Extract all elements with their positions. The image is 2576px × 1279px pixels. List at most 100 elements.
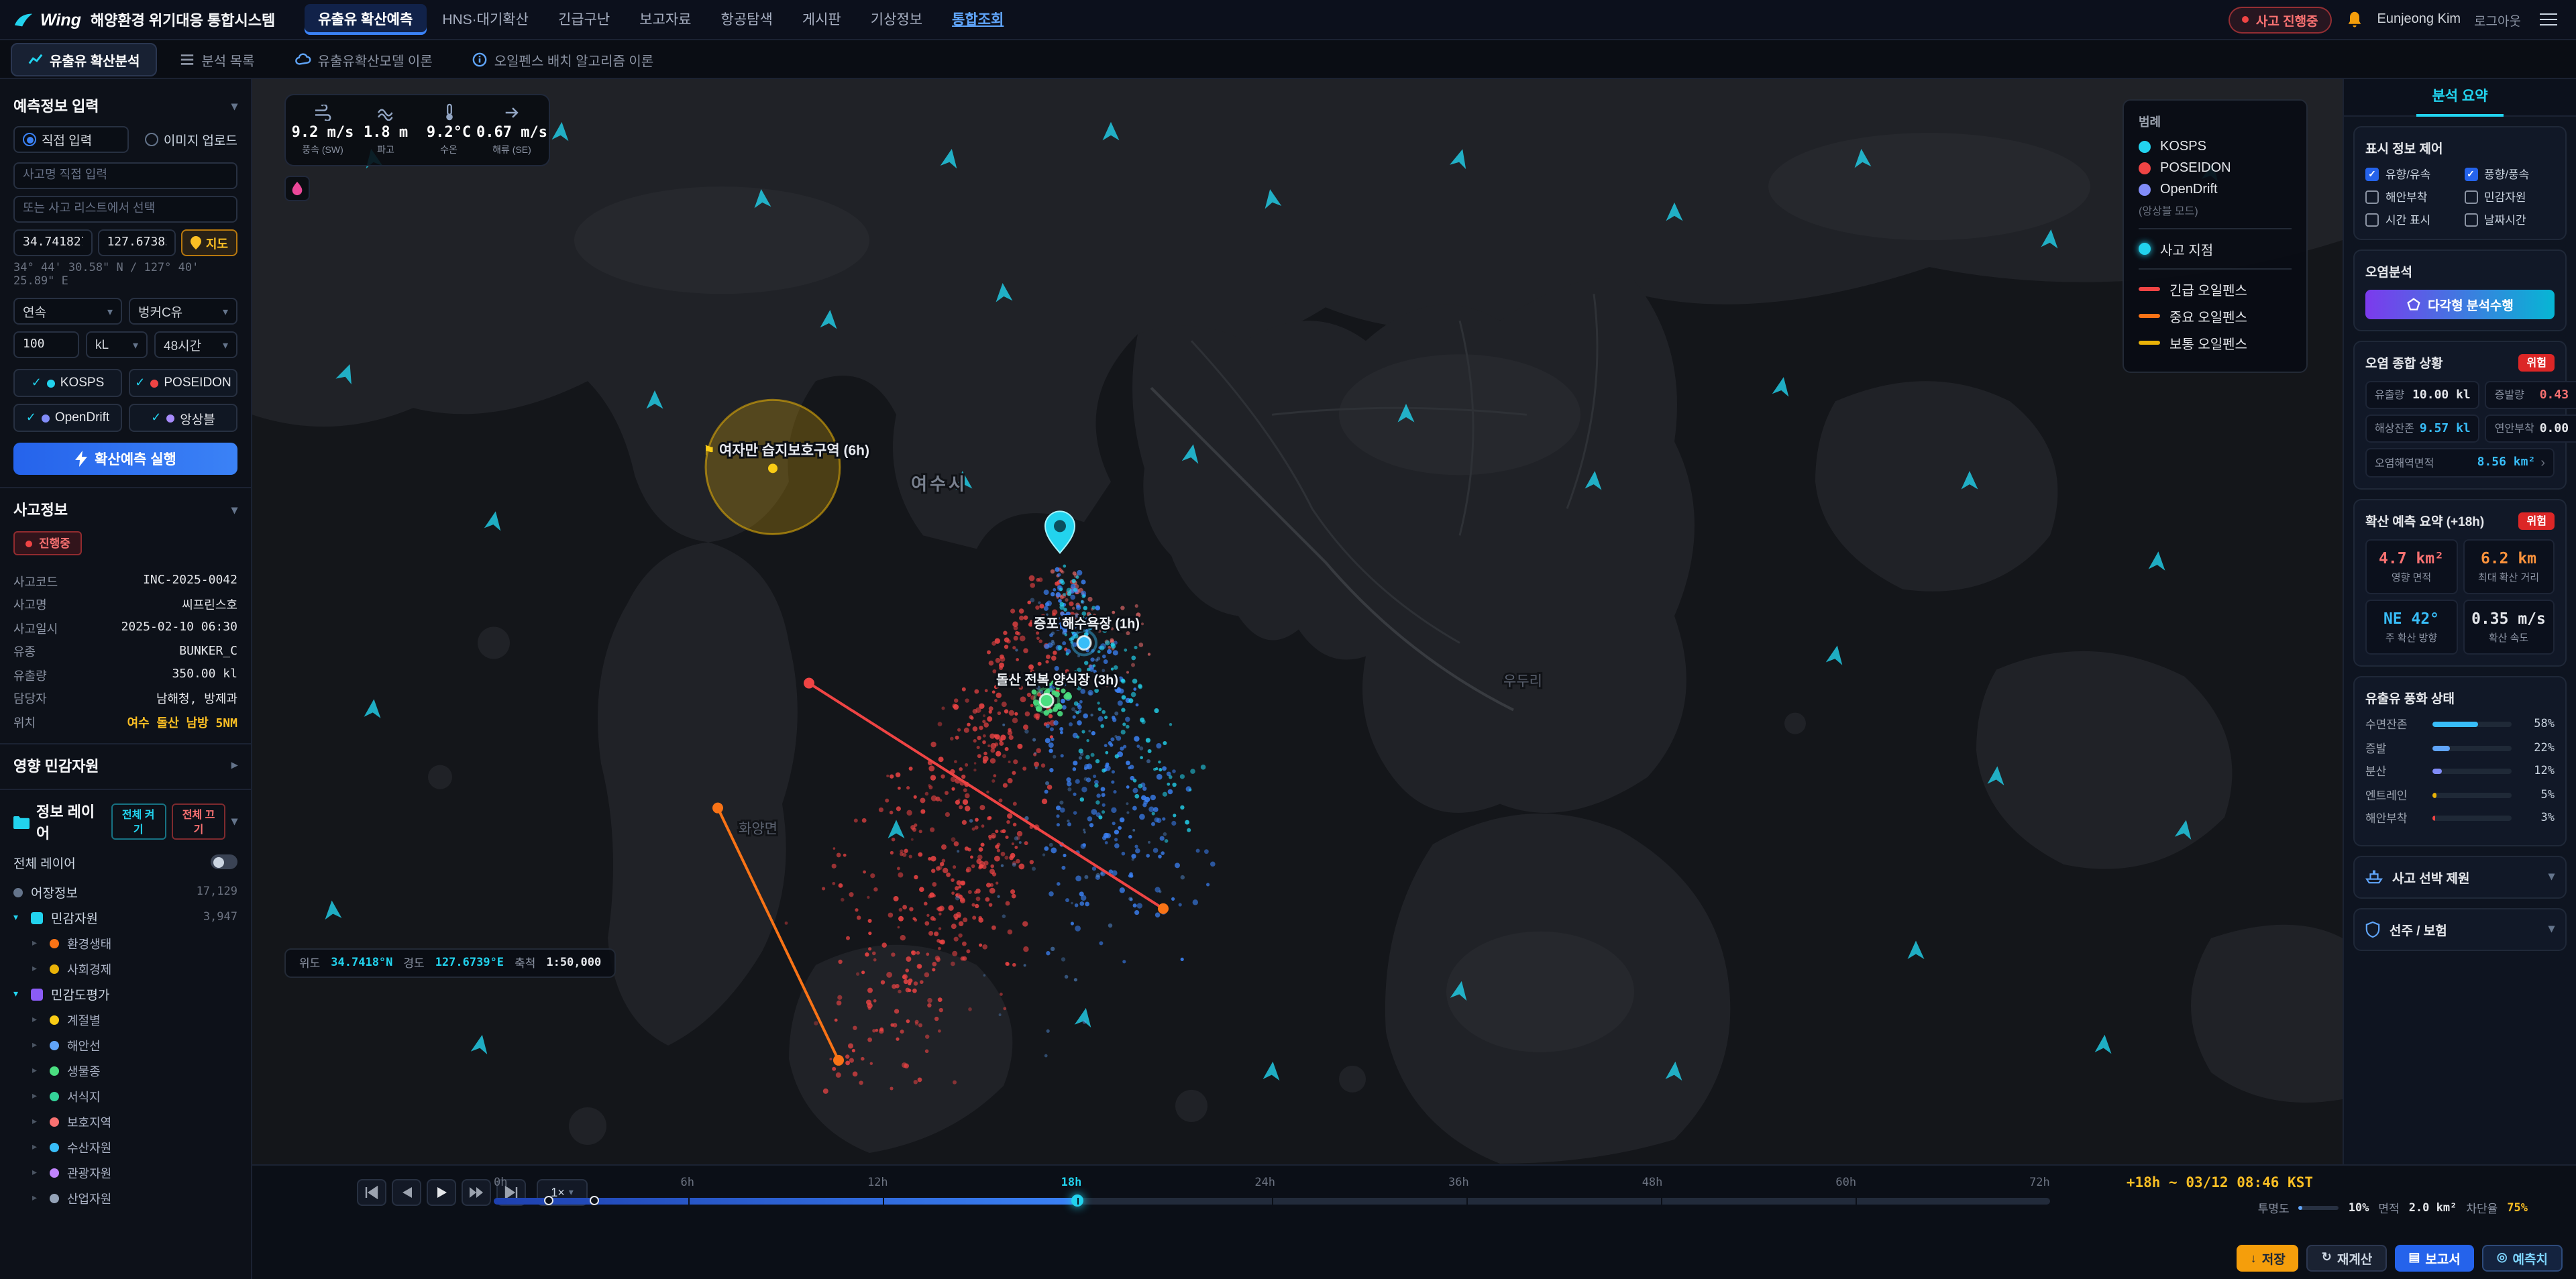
fast-forward-button[interactable] (462, 1178, 491, 1205)
owner-insurance-section[interactable]: 선주 / 보험 ▾ (2353, 907, 2567, 950)
incident-status-badge[interactable]: 사고 진행중 (2229, 6, 2332, 33)
notification-bell-button[interactable] (2345, 10, 2364, 29)
oil-type-select[interactable]: 벙커C유 ▾ (129, 298, 237, 325)
display-option[interactable]: 시간 표시 (2365, 212, 2456, 228)
timeline-action-button[interactable]: ↓ 저장 (2237, 1244, 2299, 1271)
timeline-bookmark[interactable] (543, 1196, 553, 1205)
master-layer-row: 전체 레이어 (13, 852, 237, 871)
timeline-tick[interactable]: 36h (1448, 1176, 1469, 1189)
display-option[interactable]: 풍향/풍속 (2464, 166, 2555, 182)
timeline-tick[interactable]: 18h (1061, 1176, 1082, 1189)
nav-item[interactable]: 기상정보 (857, 4, 936, 35)
polygon-analysis-button[interactable]: 다각형 분석수행 (2365, 290, 2555, 319)
map-style-button[interactable] (284, 176, 310, 201)
timeline-bookmark[interactable] (590, 1196, 600, 1205)
layer-subitem[interactable]: ▸ 생물종 (13, 1058, 237, 1083)
timeline-action-button[interactable]: ▤ 보고서 (2395, 1244, 2474, 1271)
pick-on-map-button[interactable]: 지도 (182, 229, 237, 256)
model-toggle-button[interactable]: ✓ KOSPS (13, 369, 122, 397)
layer-subitem[interactable]: ▸ 계절별 (13, 1007, 237, 1032)
layer-subitem[interactable]: ▸ 서식지 (13, 1083, 237, 1109)
latitude-input[interactable] (13, 229, 92, 256)
layer-item-fishery[interactable]: 어장정보 17,129 (13, 879, 237, 905)
weathering-row: 분산 12% (2365, 763, 2555, 779)
nav-item[interactable]: 통합조회 (938, 4, 1017, 35)
timeline-tick[interactable]: 24h (1254, 1176, 1275, 1189)
model-toggle-button[interactable]: ✓ 앙상블 (129, 404, 237, 432)
nav-item[interactable]: 유출유 확산예측 (305, 4, 426, 35)
panel-title[interactable]: 분석 요약 (2416, 79, 2504, 117)
timeline-action-button[interactable]: ◎ 예측치 (2482, 1244, 2563, 1271)
spill-mode-select[interactable]: 연속 ▾ (13, 298, 122, 325)
layer-subitem[interactable]: ▸ 해안선 (13, 1032, 237, 1058)
run-prediction-button[interactable]: 확산예측 실행 (13, 443, 237, 475)
map-label-protected-area: 여자만 습지보호구역 (6h) (719, 443, 869, 458)
tab-model-theory[interactable]: 유출유확산모델 이론 (278, 42, 450, 76)
unit-select[interactable]: kL ▾ (86, 331, 148, 358)
layer-subitem[interactable]: ▸ 관광자원 (13, 1160, 237, 1185)
pollution-status-card: 오염 종합 상황 위험 유출량 10.00 kl (2353, 341, 2567, 490)
timeline-tick[interactable]: 60h (1835, 1176, 1856, 1189)
incident-live-badge: 진행중 (13, 531, 83, 555)
master-layer-toggle[interactable] (211, 854, 237, 869)
incident-name-input[interactable] (13, 162, 237, 189)
tab-spill-analysis[interactable]: 유출유 확산분석 (11, 42, 157, 76)
timeline-action-button[interactable]: ↻ 재계산 (2307, 1244, 2387, 1271)
logout-link[interactable]: 로그아웃 (2474, 10, 2521, 29)
layers-all-off-button[interactable]: 전체 끄기 (171, 803, 226, 840)
step-back-button[interactable] (392, 1178, 421, 1205)
nav-item[interactable]: 게시판 (789, 4, 855, 35)
layer-subitem[interactable]: ▸ 환경생태 (13, 930, 237, 956)
layer-group-sensitive[interactable]: ▾ 민감자원 3,947 (13, 905, 237, 930)
map-status-chip: 위도34.7418°N 경도127.6739°E 축척1:50,000 (284, 948, 616, 978)
timeline-tick[interactable]: 48h (1642, 1176, 1663, 1189)
longitude-input[interactable] (97, 229, 176, 256)
layers-all-on-button[interactable]: 전체 켜기 (111, 803, 166, 840)
timeline-tick[interactable]: 12h (867, 1176, 888, 1189)
layer-subitem[interactable]: ▸ 수산자원 (13, 1134, 237, 1160)
tab-boom-theory[interactable]: 오일펜스 배치 알고리즘 이론 (455, 42, 672, 76)
radio-direct-input[interactable]: 직접 입력 (13, 126, 129, 153)
timeline-tick[interactable]: 6h (680, 1176, 694, 1189)
incident-section-header[interactable]: 사고정보 ▾ (13, 499, 237, 520)
nav-item[interactable]: 긴급구난 (545, 4, 623, 35)
skip-start-button[interactable] (357, 1178, 386, 1205)
impact-section-header[interactable]: 영향 민감자원 ▸ (13, 755, 237, 776)
display-option[interactable]: 해안부착 (2365, 189, 2456, 205)
timeline-track[interactable] (494, 1197, 2050, 1204)
layer-subitem[interactable]: ▸ 보호지역 (13, 1109, 237, 1134)
tab-analysis-list[interactable]: 분석 목록 (162, 42, 272, 76)
amount-input[interactable] (13, 331, 79, 358)
play-button[interactable] (427, 1178, 456, 1205)
timeline-tick[interactable]: 0h (494, 1176, 508, 1189)
radio-image-upload[interactable]: 이미지 업로드 (145, 126, 237, 153)
predict-section-header[interactable]: 예측정보 입력 ▾ (13, 95, 237, 117)
chevron-right-icon: ▸ (32, 1192, 42, 1203)
farm-marker[interactable] (1040, 694, 1053, 708)
duration-select[interactable]: 48시간 ▾ (154, 331, 237, 358)
nav-item[interactable]: HNS·대기확산 (429, 4, 542, 35)
display-option[interactable]: 민감자원 (2464, 189, 2555, 205)
display-option[interactable]: 날짜시간 (2464, 212, 2555, 228)
opacity-slider[interactable] (2299, 1206, 2339, 1210)
model-toggle-button[interactable]: ✓ OpenDrift (13, 404, 122, 432)
wind-icon (313, 103, 332, 121)
nav-item[interactable]: 항공탐색 (708, 4, 786, 35)
incident-list-input[interactable] (13, 196, 237, 223)
layer-subitem[interactable]: ▸ 산업자원 (13, 1185, 237, 1211)
model-toggle-button[interactable]: ✓ POSEIDON (129, 369, 237, 397)
beach-marker[interactable] (1077, 636, 1091, 650)
ship-spec-section[interactable]: 사고 선박 제원 ▾ (2353, 855, 2567, 898)
map-canvas[interactable]: ⚑ 여자만 습지보호구역 (6h) 여수시 화양면 우두리 증포 해수욕장 (1… (252, 79, 2343, 1164)
layer-group-assessment[interactable]: ▾ 민감도평가 (13, 981, 237, 1007)
layers-section-header[interactable]: 정보 레이어 전체 켜기 전체 끄기 ▾ (13, 800, 237, 843)
panel-header: 분석 요약 (2344, 79, 2576, 117)
incident-info-row: 유종 BUNKER_C (13, 643, 237, 660)
display-option[interactable]: 유향/유속 (2365, 166, 2456, 182)
nav-item[interactable]: 보고자료 (626, 4, 704, 35)
polluted-area-row[interactable]: 오염해역면적 8.56 km² › (2365, 448, 2555, 478)
hamburger-menu-button[interactable] (2534, 8, 2563, 32)
timeline-tick[interactable]: 72h (2029, 1176, 2050, 1189)
layer-subitem[interactable]: ▸ 사회경제 (13, 956, 237, 981)
chevron-down-icon: ▾ (2548, 922, 2555, 936)
